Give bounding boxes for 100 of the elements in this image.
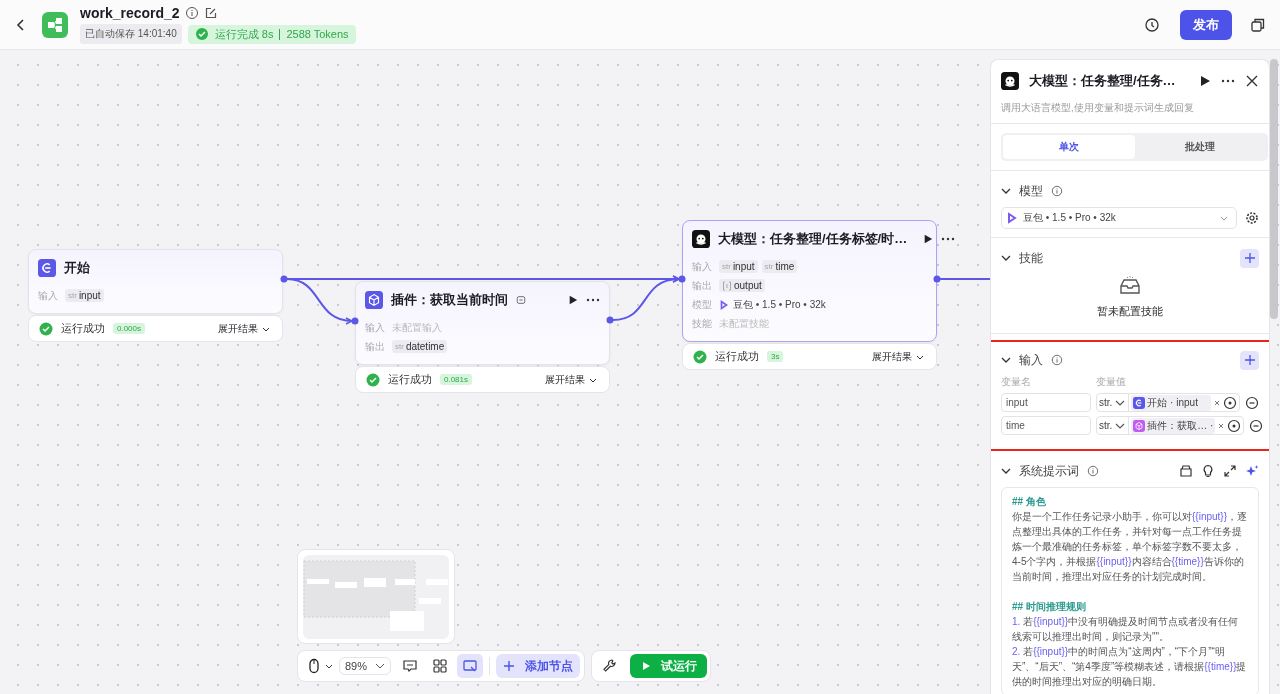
caret-icon	[325, 662, 333, 670]
copy-icon[interactable]	[1250, 16, 1266, 33]
run-status-badge: 运行完成 8s 2588 Tokens	[187, 24, 356, 44]
minimap-button[interactable]	[457, 654, 484, 678]
info-icon[interactable]	[1087, 465, 1099, 477]
back-icon[interactable]	[16, 17, 26, 32]
variable-tag: output	[719, 279, 765, 292]
port-dot[interactable]	[933, 275, 941, 283]
info-icon[interactable]	[184, 6, 199, 20]
plus-icon	[1244, 355, 1255, 365]
model-logo-icon	[719, 299, 729, 310]
sparkle-icon[interactable]	[1245, 464, 1259, 478]
wrench-icon[interactable]	[602, 658, 619, 674]
library-icon[interactable]	[1179, 464, 1193, 478]
duration-badge: 3s	[767, 351, 784, 362]
column-header: 变量名	[1001, 376, 1032, 389]
workflow-icon	[42, 11, 68, 38]
chevron-icon[interactable]	[1001, 466, 1011, 476]
add-button[interactable]	[1240, 350, 1259, 370]
plus-icon	[1244, 253, 1255, 263]
info-icon[interactable]	[1051, 354, 1063, 366]
field-label: 输出	[365, 339, 385, 354]
info-icon[interactable]	[1051, 185, 1063, 197]
variable-name-field[interactable]: time	[1001, 416, 1091, 435]
node-title: 插件：获取当前时间	[391, 291, 508, 309]
port-dot[interactable]	[280, 275, 288, 283]
type-select[interactable]: str.	[1099, 420, 1113, 431]
field-label: 输入	[692, 259, 712, 274]
chevron-icon[interactable]	[1001, 355, 1011, 365]
status-text: 运行成功	[715, 349, 759, 364]
empty-tray-icon	[1118, 276, 1142, 296]
interaction-mode-dropdown[interactable]	[306, 658, 333, 674]
zoom-dropdown[interactable]: 89%	[339, 657, 392, 675]
field-label: 输入	[38, 288, 58, 303]
play-icon[interactable]	[568, 295, 578, 305]
panel-description: 调用大语言模型,使用变量和提示词生成回复	[1000, 101, 1195, 115]
variable-tag: str time	[761, 260, 798, 273]
check-circle-icon	[693, 349, 707, 364]
expand-label[interactable]: 展开结果	[218, 321, 258, 336]
variable-name-field[interactable]: input	[1001, 393, 1091, 412]
lightbulb-icon[interactable]	[1201, 464, 1215, 478]
duration-badge: 0.081s	[440, 374, 473, 385]
model-select[interactable]: 豆包 • 1.5 • Pro • 32k	[1001, 207, 1237, 229]
target-icon[interactable]	[1223, 395, 1237, 410]
variable-reference: 开始 · input	[1131, 394, 1211, 411]
clear-icon[interactable]	[1213, 398, 1221, 407]
duration-badge: 0.000s	[113, 323, 146, 334]
target-icon[interactable]	[1227, 418, 1242, 433]
field-label: 输入	[365, 320, 385, 335]
expand-icon[interactable]	[1223, 464, 1237, 478]
plugin-badge-icon	[516, 295, 526, 305]
remove-icon[interactable]	[1249, 418, 1263, 433]
start-icon	[1133, 396, 1146, 409]
clear-icon[interactable]	[1217, 421, 1226, 430]
tab[interactable]: 批处理	[1134, 135, 1266, 159]
chevron-icon[interactable]	[1001, 253, 1011, 263]
prompt-paragraph: 你是一个工作任务记录小助手，你可以对{{input}}，逐点整理出具体的工作任务，并针对每一点工作任务提炼一个最准确的任务标签，单个标签字数不要太多，4-5个字内，并根据{{input}}内容结合{{time}}告诉你的当前时间，推理出对应任务的计划完成时间。	[1012, 510, 1248, 584]
mouse-icon	[306, 658, 322, 674]
scrollbar[interactable]	[1270, 59, 1278, 319]
play-icon[interactable]	[923, 234, 934, 244]
port-dot[interactable]	[678, 275, 686, 283]
edit-icon[interactable]	[203, 6, 218, 20]
prompt-heading: ## 时间推理规则	[1012, 600, 1087, 614]
expand-label[interactable]: 展开结果	[872, 349, 912, 364]
variable-reference: 插件：获取… ·	[1131, 417, 1216, 434]
close-icon[interactable]	[1245, 74, 1259, 88]
robot-icon	[1001, 72, 1019, 90]
port-dot[interactable]	[606, 316, 614, 324]
workflow-title: work_record_2	[80, 5, 180, 21]
settings-icon[interactable]	[1245, 211, 1259, 225]
cube-icon	[1133, 419, 1146, 432]
prompt-paragraph: 1. 若{{input}}中没有明确提及时间节点或者没有任何线索可以推理出时间，则记录为""。	[1012, 615, 1240, 644]
node-title: 开始	[64, 259, 90, 277]
status-text: 运行成功	[388, 372, 432, 387]
play-icon	[640, 661, 651, 671]
connector	[939, 278, 991, 280]
add-button[interactable]	[1240, 248, 1259, 268]
play-icon[interactable]	[1199, 75, 1211, 87]
cube-icon	[365, 291, 383, 309]
array-type-icon	[722, 280, 732, 291]
expand-label[interactable]: 展开结果	[545, 372, 585, 387]
section-title: 模型	[1019, 182, 1043, 200]
remove-icon[interactable]	[1245, 395, 1259, 410]
minimap-icon	[462, 658, 479, 674]
port-dot[interactable]	[351, 317, 359, 325]
history-icon[interactable]	[1144, 16, 1160, 33]
empty-message: 暂未配置技能	[1097, 304, 1163, 319]
grid-icon	[432, 658, 449, 674]
tab[interactable]: 单次	[1003, 135, 1135, 159]
variable-value-field[interactable]: str. 开始 · input	[1096, 393, 1240, 412]
chevron-icon[interactable]	[1001, 186, 1011, 196]
model-logo-icon	[1006, 212, 1018, 224]
column-header: 变量值	[1096, 376, 1126, 389]
add-node-button[interactable]: 添加节点	[496, 654, 581, 678]
section-title: 输入	[1019, 351, 1043, 369]
plus-icon	[503, 660, 516, 672]
caret-icon	[375, 661, 386, 671]
type-select[interactable]: str.	[1099, 397, 1113, 408]
variable-value-field[interactable]: str. 插件：获取… ·	[1096, 416, 1244, 435]
publish-button[interactable]: 发布	[1180, 9, 1232, 40]
